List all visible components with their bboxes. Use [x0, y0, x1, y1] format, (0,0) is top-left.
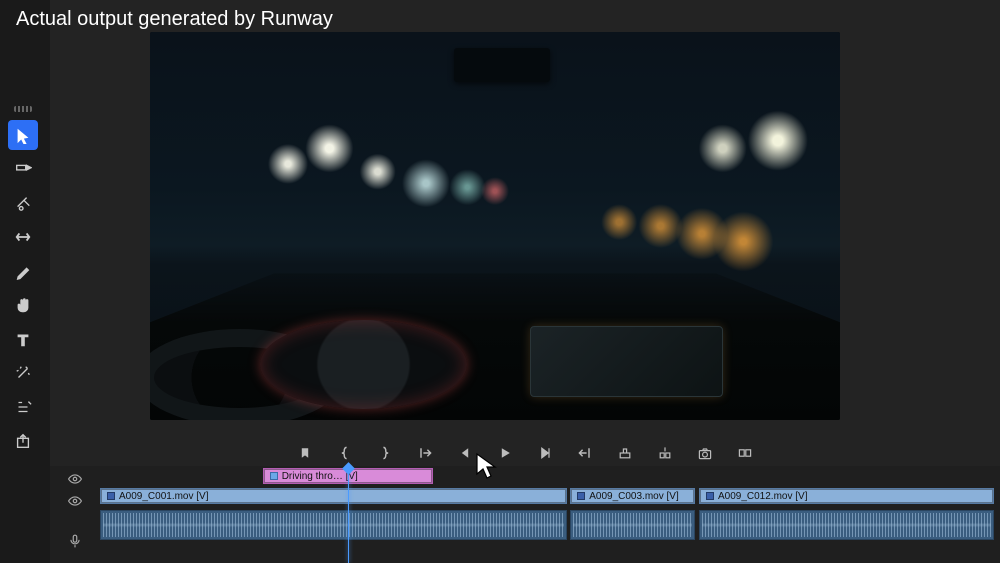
audio-clip[interactable] — [699, 510, 994, 540]
track-select-tool[interactable] — [8, 154, 38, 184]
video-track-2: Driving thro… [V] — [100, 468, 994, 484]
play-button[interactable] — [494, 442, 516, 464]
go-to-in-button[interactable] — [414, 442, 436, 464]
slip-tool[interactable] — [8, 222, 38, 252]
video-frame — [150, 32, 840, 420]
timeline-panel: Driving thro… [V] A009_C001.mov [V]A009_… — [50, 466, 1000, 563]
hand-tool[interactable] — [8, 290, 38, 320]
editor-main: Driving thro… [V] A009_C001.mov [V]A009_… — [50, 0, 1000, 563]
snapshot-button[interactable] — [694, 442, 716, 464]
caption: Actual output generated by Runway — [16, 8, 333, 31]
clip-label: A009_C001.mov [V] — [119, 489, 209, 504]
export-tool[interactable] — [8, 426, 38, 456]
clip-label: A009_C003.mov [V] — [589, 489, 679, 504]
clip[interactable]: A009_C012.mov [V] — [699, 488, 994, 504]
remix-tool[interactable] — [8, 358, 38, 388]
voice-over-record-icon[interactable] — [68, 534, 82, 548]
selection-tool[interactable] — [8, 120, 38, 150]
video-track-1: A009_C001.mov [V] A009_C003.mov [V] A009_C… — [100, 488, 994, 504]
toggle-track-output-v1-icon[interactable] — [68, 494, 82, 508]
playhead[interactable] — [348, 468, 349, 563]
audio-track-1 — [100, 510, 994, 540]
program-monitor — [150, 32, 840, 420]
toolbar-grip[interactable] — [14, 106, 32, 112]
audio-clip[interactable] — [100, 510, 567, 540]
track-headers — [50, 466, 100, 563]
clip-label: A009_C012.mov [V] — [718, 489, 808, 504]
tracks-area[interactable]: Driving thro… [V] A009_C001.mov [V]A009_… — [100, 468, 994, 563]
audio-clip[interactable] — [570, 510, 695, 540]
type-tool[interactable] — [8, 324, 38, 354]
step-forward-button[interactable] — [534, 442, 556, 464]
insert-button[interactable] — [734, 442, 756, 464]
lift-button[interactable] — [614, 442, 636, 464]
go-to-out-button[interactable] — [574, 442, 596, 464]
clip[interactable]: A009_C003.mov [V] — [570, 488, 695, 504]
edit-tool[interactable] — [8, 392, 38, 422]
extract-button[interactable] — [654, 442, 676, 464]
pen-tool[interactable] — [8, 256, 38, 286]
brace-close-button[interactable] — [374, 442, 396, 464]
step-back-button[interactable] — [454, 442, 476, 464]
left-toolbar — [8, 106, 38, 456]
transport-controls — [50, 438, 1000, 468]
clip[interactable]: A009_C001.mov [V] — [100, 488, 567, 504]
toggle-track-output-v2-icon[interactable] — [68, 472, 82, 486]
razor-tool[interactable] — [8, 188, 38, 218]
mark-in-button[interactable] — [294, 442, 316, 464]
brace-open-button[interactable] — [334, 442, 356, 464]
